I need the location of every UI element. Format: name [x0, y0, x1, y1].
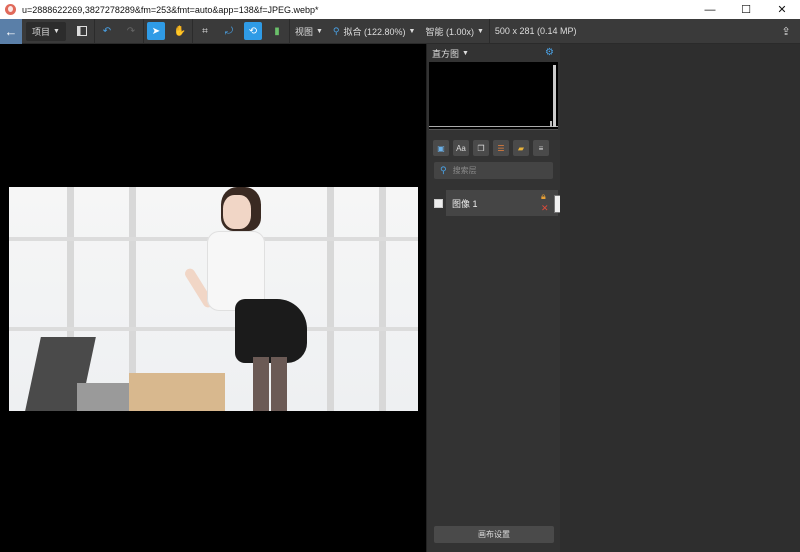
menu-icon[interactable]: ≡: [533, 140, 549, 156]
title-bar: u=2888622269,3827278289&fm=253&fmt=auto&…: [0, 0, 800, 19]
redo-icon[interactable]: ↷: [122, 22, 140, 40]
chevron-down-icon: ▼: [462, 49, 469, 57]
person-leg: [271, 357, 287, 411]
histogram-peak: [550, 121, 552, 127]
histogram: [429, 62, 558, 130]
back-button[interactable]: ←: [0, 18, 22, 44]
window-rail: [9, 327, 418, 331]
project-dropdown[interactable]: 项目 ▼: [26, 21, 66, 41]
smart-dropdown[interactable]: 智能 (1.00x) ▼: [420, 19, 488, 44]
compare-icon[interactable]: ▮: [268, 22, 286, 40]
window-frame: [327, 187, 334, 411]
canvas[interactable]: [0, 44, 426, 552]
smart-label: 智能 (1.00x): [425, 26, 474, 37]
lock-icon[interactable]: 🔒︎: [541, 191, 546, 202]
histogram-peak: [553, 65, 556, 127]
divider: [142, 18, 144, 44]
maximize-button[interactable]: ☐: [728, 0, 764, 19]
divider: [93, 18, 95, 44]
person-skirt: [235, 299, 307, 363]
adjust-icon[interactable]: ☰: [493, 140, 509, 156]
right-empty-area: [560, 44, 800, 552]
image-icon[interactable]: ▣: [433, 140, 449, 156]
layer-search-input[interactable]: ⚲ 搜索层: [434, 162, 553, 179]
layer-name: 图像 1: [452, 198, 478, 209]
person-leg: [253, 357, 269, 411]
search-icon: ⚲: [332, 25, 340, 36]
histogram-label: 直方图: [432, 48, 460, 59]
chevron-down-icon: ▼: [53, 27, 60, 35]
chevron-down-icon: ▼: [315, 27, 323, 35]
folder-icon[interactable]: ▰: [513, 140, 529, 156]
desk: [129, 373, 225, 411]
layer-visibility-checkbox[interactable]: [434, 198, 443, 208]
person-face: [223, 195, 251, 229]
panel-icon[interactable]: [73, 22, 91, 40]
minimize-button[interactable]: —: [692, 0, 728, 19]
canvas-settings-label: 画布设置: [478, 530, 510, 539]
back-arrow-icon: ←: [4, 23, 18, 39]
zoom-dropdown[interactable]: ⚲ 拟合 (122.80%) ▼: [328, 19, 421, 44]
gear-icon[interactable]: ⚙: [545, 47, 554, 58]
crop-icon[interactable]: ⌗: [196, 22, 214, 40]
search-icon: ⚲: [440, 165, 447, 175]
divider: [191, 18, 193, 44]
text-icon[interactable]: Aa: [453, 140, 469, 156]
image-info: 500 x 281 (0.14 MP): [490, 19, 582, 44]
toolbar: ← 项目 ▼ ↶ ↷ ➤ ✋ ⌗ ⤾ ⟲ ▮ 视图 ▼ ⚲ 拟合 (122.80…: [0, 18, 800, 44]
close-button[interactable]: ✕: [764, 0, 800, 19]
window-frame: [379, 187, 386, 411]
project-label: 项目: [32, 26, 51, 37]
layer-item[interactable]: 图像 1 🔒︎ ✕: [427, 188, 578, 218]
search-placeholder: 搜索层: [452, 166, 477, 175]
right-panel: 直方图 ▼ ⚙ ▣ Aa ❐ ☰ ▰ ≡ ⚲ 搜索层 图像 1 🔒︎ ✕ 画布设…: [426, 44, 578, 552]
image-info-text: 500 x 281 (0.14 MP): [494, 26, 577, 36]
layer-tools: ▣ Aa ❐ ☰ ▰ ≡: [427, 140, 560, 156]
image-preview[interactable]: [9, 187, 418, 411]
histogram-baseline: [429, 126, 558, 127]
window-controls: — ☐ ✕: [692, 0, 800, 19]
hand-icon[interactable]: ✋: [171, 22, 189, 40]
app-icon: [5, 4, 16, 15]
layer-name-box[interactable]: 图像 1 🔒︎ ✕: [446, 190, 578, 216]
view-dropdown[interactable]: 视图 ▼: [290, 19, 328, 44]
undo-icon[interactable]: ↶: [98, 22, 116, 40]
chevron-down-icon: ▼: [408, 27, 416, 35]
window-title: u=2888622269,3827278289&fm=253&fmt=auto&…: [22, 4, 319, 15]
select-icon[interactable]: ➤: [146, 22, 165, 40]
delete-icon[interactable]: ✕: [541, 203, 549, 214]
histogram-header[interactable]: 直方图 ▼ ⚙: [427, 44, 560, 62]
layer-copy-icon[interactable]: ❐: [473, 140, 489, 156]
transform-icon[interactable]: ⟲: [243, 22, 262, 40]
view-label: 视图: [294, 26, 313, 37]
chevron-down-icon: ▼: [476, 27, 484, 35]
rotate-icon[interactable]: ⤾: [220, 22, 238, 40]
canvas-settings-button[interactable]: 画布设置: [434, 526, 554, 543]
share-icon[interactable]: ⇪: [778, 23, 794, 39]
zoom-label: 拟合 (122.80%): [343, 26, 406, 37]
